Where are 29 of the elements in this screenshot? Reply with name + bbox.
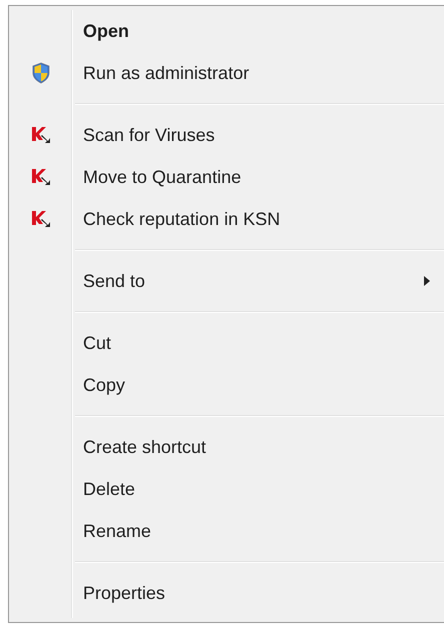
menu-item-label: Copy	[83, 374, 126, 397]
menu-item[interactable]: Rename	[11, 510, 444, 552]
menu-item[interactable]: Delete	[11, 468, 444, 510]
k-arrow-icon	[31, 210, 51, 228]
menu-item[interactable]: Send to	[11, 260, 444, 302]
menu-item-label: Open	[83, 20, 130, 43]
menu-item[interactable]: Create shortcut	[11, 426, 444, 468]
k-arrow-icon	[31, 126, 51, 144]
menu-item-label: Scan for Viruses	[83, 124, 215, 146]
menu-item-label: Run as administrator	[83, 62, 250, 84]
menu-item[interactable]: Open	[11, 10, 444, 52]
shield-icon	[31, 62, 51, 84]
menu-item-label: Create shortcut	[83, 436, 206, 458]
menu-item[interactable]: Cut	[11, 322, 444, 364]
menu-item-label: Move to Quarantine	[83, 166, 242, 188]
menu-item-label: Properties	[83, 582, 166, 605]
menu-item[interactable]: Check reputation in KSN	[11, 198, 444, 240]
menu-item[interactable]: Move to Quarantine	[11, 156, 444, 198]
menu-item[interactable]: Copy	[11, 364, 444, 406]
menu-item[interactable]: Run as administrator	[11, 52, 444, 94]
menu-item[interactable]: Scan for Viruses	[11, 114, 444, 156]
menu-item-label: Cut	[83, 332, 112, 354]
menu-item-label: Check reputation in KSN	[83, 208, 280, 231]
menu-item-label: Rename	[83, 520, 152, 542]
submenu-arrow-icon	[424, 276, 430, 286]
menu-item-label: Send to	[83, 270, 146, 292]
k-arrow-icon	[31, 168, 51, 186]
menu-item-label: Delete	[83, 478, 136, 500]
menu-item[interactable]: Properties	[11, 572, 444, 614]
